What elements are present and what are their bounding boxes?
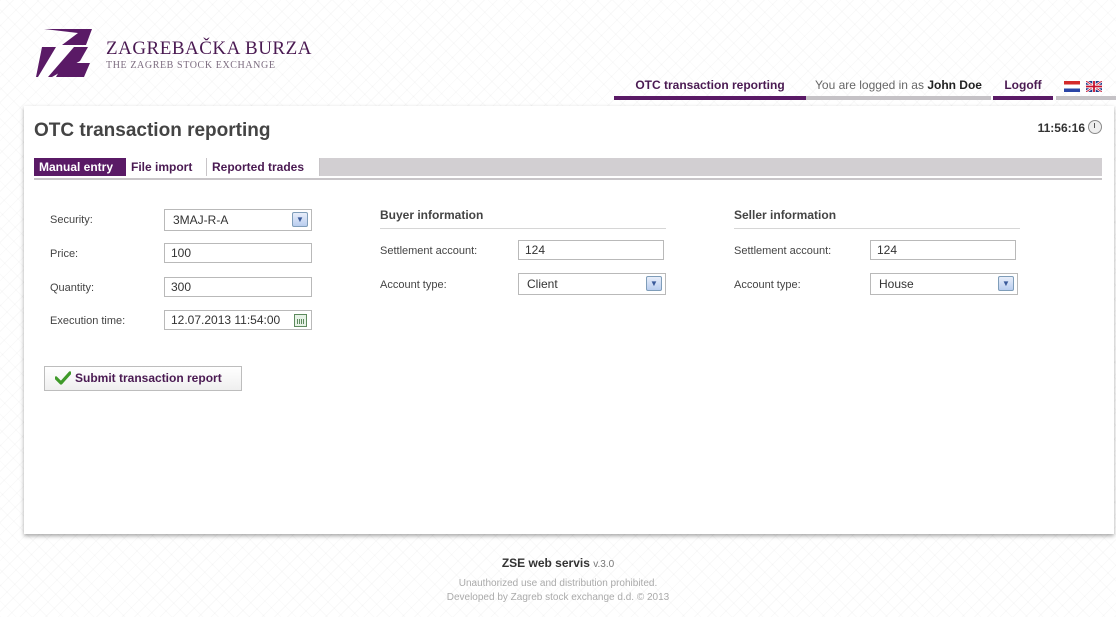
price-label: Price: xyxy=(50,248,79,260)
price-input[interactable] xyxy=(164,243,312,263)
tab-file-import[interactable]: File import xyxy=(126,158,207,176)
brand-name: ZAGREBAČKA BURZA xyxy=(106,38,312,59)
service-name: ZSE web servis xyxy=(501,556,590,570)
buyer-account-type-label: Account type: xyxy=(380,279,447,291)
logoff-link[interactable]: Logoff xyxy=(993,76,1053,100)
seller-heading: Seller information xyxy=(734,208,1020,229)
chevron-down-icon[interactable]: ▼ xyxy=(646,276,662,291)
seller-account-type-select[interactable]: House ▼ xyxy=(870,273,1018,295)
croatian-flag-icon[interactable] xyxy=(1064,81,1080,92)
seller-settlement-label: Settlement account: xyxy=(734,245,832,257)
quantity-input[interactable] xyxy=(164,277,312,297)
language-switcher xyxy=(1056,76,1116,100)
tab-bar: Manual entry File import Reported trades xyxy=(34,158,1102,180)
clock: 11:56:16 xyxy=(1038,120,1102,135)
quantity-label: Quantity: xyxy=(50,282,95,294)
username: John Doe xyxy=(927,78,982,92)
footer-developer: Developed by Zagreb stock exchange d.d. … xyxy=(446,592,670,603)
uk-flag-icon[interactable] xyxy=(1086,81,1102,92)
zse-logo-icon xyxy=(36,29,92,77)
calendar-icon[interactable] xyxy=(294,314,307,327)
execution-time-value: 12.07.2013 11:54:00 xyxy=(171,313,281,327)
footer-service: ZSE web servis v.3.0 xyxy=(0,556,1116,570)
execution-time-label: Execution time: xyxy=(50,315,126,327)
tab-bar-fill xyxy=(320,158,1102,176)
clock-icon xyxy=(1088,120,1102,134)
header: ZAGREBAČKA BURZA THE ZAGREB STOCK EXCHAN… xyxy=(0,0,1116,106)
submit-transaction-button[interactable]: Submit transaction report xyxy=(44,366,242,391)
submit-label: Submit transaction report xyxy=(75,371,222,385)
seller-account-type-label: Account type: xyxy=(734,279,801,291)
clock-time: 11:56:16 xyxy=(1037,121,1085,135)
tab-reported-trades[interactable]: Reported trades xyxy=(207,158,320,176)
chevron-down-icon[interactable]: ▼ xyxy=(998,276,1014,291)
buyer-heading: Buyer information xyxy=(380,208,666,229)
footer: ZSE web servis v.3.0 Unauthorized use an… xyxy=(0,556,1116,603)
service-version: v.3.0 xyxy=(593,559,615,570)
chevron-down-icon[interactable]: ▼ xyxy=(292,212,308,227)
execution-time-input[interactable]: 12.07.2013 11:54:00 xyxy=(164,310,312,330)
nav-otc-reporting[interactable]: OTC transaction reporting xyxy=(614,76,806,100)
buyer-account-type-value: Client xyxy=(527,277,558,291)
seller-account-type-value: House xyxy=(879,277,914,291)
security-select[interactable]: 3MAJ-R-A ▼ xyxy=(164,209,312,231)
security-label: Security: xyxy=(50,214,93,226)
security-value: 3MAJ-R-A xyxy=(173,213,229,227)
brand-subtitle: THE ZAGREB STOCK EXCHANGE xyxy=(106,60,276,71)
logged-in-status: You are logged in as John Doe xyxy=(806,76,991,100)
buyer-settlement-input[interactable] xyxy=(518,240,664,260)
checkmark-icon xyxy=(55,371,71,385)
buyer-settlement-label: Settlement account: xyxy=(380,245,478,257)
footer-notice: Unauthorized use and distribution prohib… xyxy=(458,578,658,589)
logged-in-label: You are logged in as xyxy=(815,78,928,92)
tab-manual-entry[interactable]: Manual entry xyxy=(34,158,126,176)
seller-settlement-input[interactable] xyxy=(870,240,1016,260)
buyer-account-type-select[interactable]: Client ▼ xyxy=(518,273,666,295)
page-title: OTC transaction reporting xyxy=(34,120,271,141)
main-panel: OTC transaction reporting 11:56:16 Manua… xyxy=(24,106,1114,534)
